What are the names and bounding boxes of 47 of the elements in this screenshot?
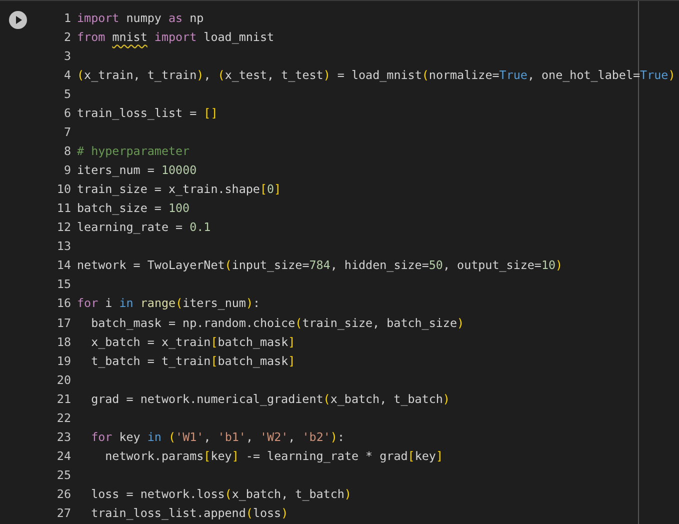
line-number: 17 xyxy=(56,314,72,332)
line-number: 9 xyxy=(62,162,72,180)
line-number: 24 xyxy=(56,448,72,465)
line-number: 11 xyxy=(56,200,72,218)
line-number: 27 xyxy=(56,504,72,522)
code-line: batch_size = 100 xyxy=(77,200,190,218)
code-line: for key in ('W1', 'b1', 'W2', 'b2'): xyxy=(90,428,344,446)
line-number: 18 xyxy=(56,334,72,351)
line-number: 16 xyxy=(56,295,72,312)
line-number: 12 xyxy=(56,219,72,236)
line-number: 21 xyxy=(56,390,72,408)
line-number: 20 xyxy=(56,372,72,389)
line-number: 7 xyxy=(62,124,72,142)
line-number: 22 xyxy=(56,410,72,427)
line-number: 2 xyxy=(62,29,72,46)
code-line: train_size = x_train.shape[0] xyxy=(77,181,282,198)
line-number: 5 xyxy=(62,86,72,104)
line-number: 19 xyxy=(56,352,72,370)
line-number: 8 xyxy=(62,143,72,160)
code-line: learning_rate = 0.1 xyxy=(77,219,211,236)
code-line: network.params[key] -= learning_rate * grad[key] xyxy=(104,448,443,465)
line-number: 25 xyxy=(56,466,72,484)
line-number: 23 xyxy=(56,428,72,446)
code-line: grad = network.numerical_gradient(x_batch, t_batch) xyxy=(90,390,450,408)
code-line: from mnist import load_mnist xyxy=(77,29,274,46)
code-line: # hyperparameter xyxy=(77,143,190,160)
code-line: network = TwoLayerNet(input_size=784, hidden_size=50, output_size=10) xyxy=(77,257,563,274)
line-number: 10 xyxy=(56,181,72,198)
code-line: import numpy as np xyxy=(77,10,204,27)
code-line: x_batch = x_train[batch_mask] xyxy=(90,334,296,351)
run-button[interactable] xyxy=(9,11,27,29)
code-line: iters_num = 10000 xyxy=(77,162,197,180)
line-number: 14 xyxy=(56,257,72,274)
code-line: loss = network.loss(x_batch, t_batch) xyxy=(90,486,352,503)
line-number: 1 xyxy=(62,10,72,27)
line-number: 4 xyxy=(62,67,72,84)
line-number: 3 xyxy=(62,48,72,66)
code-line: train_loss_list.append(loss) xyxy=(90,504,288,522)
code-line: train_loss_list = [] xyxy=(77,105,218,122)
line-number: 13 xyxy=(56,238,72,256)
code-line: for i in range(iters_num): xyxy=(77,295,260,312)
line-number: 6 xyxy=(62,105,72,122)
line-number: 26 xyxy=(56,486,72,503)
code-line: batch_mask = np.random.choice(train_size, batch_size) xyxy=(90,314,464,332)
code-line: (x_train, t_train), (x_test, t_test) = load_mnist(normalize=True, one_hot_label=True) xyxy=(77,67,676,84)
line-number: 15 xyxy=(56,276,72,294)
code-line: t_batch = t_train[batch_mask] xyxy=(90,352,296,370)
